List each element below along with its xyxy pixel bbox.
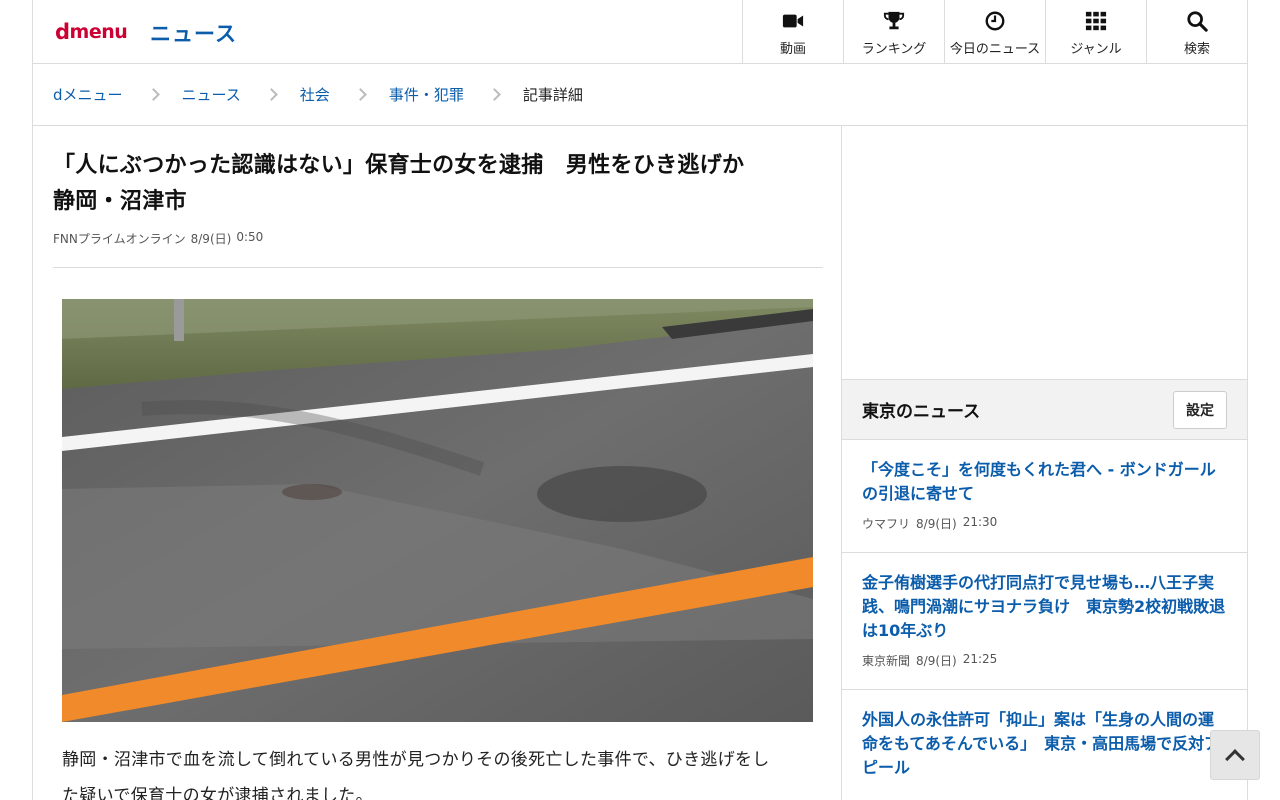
nav-search[interactable]: 検索	[1146, 0, 1247, 64]
section-name[interactable]: ニュース	[150, 18, 237, 48]
news-item-date: 8/9(日)	[916, 654, 957, 668]
chevron-up-icon	[1225, 748, 1245, 769]
chevron-right-icon	[487, 88, 501, 101]
chevron-right-icon	[146, 88, 160, 101]
nav-search-label: 検索	[1183, 42, 1210, 57]
news-item[interactable]: 金子侑樹選手の代打同点打で見せ場も…八王子実践、鳴門渦潮にサヨナラ負け 東京勢2…	[842, 553, 1247, 690]
news-item-source: 東京新聞	[862, 654, 911, 668]
local-news-title: 東京のニュース	[862, 402, 981, 422]
video-camera-icon	[782, 14, 804, 28]
settings-button[interactable]: 設定	[1173, 390, 1227, 429]
news-item-title[interactable]: 外国人の永住許可「抑止」案は「生身の人間の運命をもてあそんでいる」 東京・高田馬…	[862, 708, 1227, 780]
news-item-title[interactable]: 金子侑樹選手の代打同点打で見せ場も…八王子実践、鳴門渦潮にサヨナラ負け 東京勢2…	[862, 571, 1227, 643]
breadcrumb-crime[interactable]: 事件・犯罪	[389, 84, 464, 105]
search-icon	[1187, 11, 1208, 32]
breadcrumb-current: 記事詳細	[522, 86, 583, 104]
article-body-line2: た疑いで保育士の女が逮捕されました。	[62, 786, 373, 800]
local-news-header: 東京のニュース 設定	[842, 380, 1247, 440]
article-photo[interactable]	[62, 299, 813, 722]
road-scene-image	[62, 299, 813, 722]
breadcrumb-dmenu[interactable]: dメニュー	[53, 84, 123, 105]
article-body-line1: 静岡・沼津市で血を流して倒れている男性が見つかりその後死亡した事件で、ひき逃げを…	[62, 750, 770, 770]
article-title-line2: 静岡・沼津市	[53, 189, 187, 214]
news-item-source: ウマフリ	[862, 517, 911, 531]
article-title: 「人にぶつかった認識はない」保育士の女を逮捕 男性をひき逃げか 静岡・沼津市	[53, 148, 823, 220]
news-item[interactable]: 「今度こそ」を何度もくれた君へ - ボンドガールの引退に寄せて ウマフリ 8/9…	[842, 440, 1247, 553]
article-source: FNNプライムオンライン	[53, 232, 186, 246]
article-title-line1: 「人にぶつかった認識はない」保育士の女を逮捕 男性をひき逃げか	[53, 153, 745, 178]
trophy-icon	[883, 11, 905, 30]
page-container: d menu ニュース 動画 ランキング 今日のニュース ジャンル 検索 dメニ…	[32, 0, 1248, 800]
nav-video-label: 動画	[779, 42, 806, 57]
logo-d: d	[55, 20, 70, 44]
breadcrumb: dメニュー ニュース 社会 事件・犯罪 記事詳細	[33, 64, 1247, 126]
logo-menu: menu	[69, 21, 128, 43]
article-date: 8/9(日)	[190, 232, 232, 246]
nav-video[interactable]: 動画	[742, 0, 843, 64]
chevron-right-icon	[264, 88, 278, 101]
breadcrumb-news[interactable]: ニュース	[182, 84, 241, 105]
nav-ranking-label: ランキング	[861, 42, 927, 57]
nav-today-news[interactable]: 今日のニュース	[944, 0, 1045, 64]
news-item-date: 8/9(日)	[916, 517, 957, 531]
nav-genre[interactable]: ジャンル	[1045, 0, 1146, 64]
grid-icon	[1085, 11, 1107, 31]
article-time: 0:50	[236, 230, 264, 244]
article-meta: FNNプライムオンライン 8/9(日) 0:50	[53, 230, 823, 247]
back-to-top-button[interactable]	[1210, 730, 1260, 780]
news-item[interactable]: 外国人の永住許可「抑止」案は「生身の人間の運命をもてあそんでいる」 東京・高田馬…	[842, 690, 1247, 800]
article-body: 静岡・沼津市で血を流して倒れている男性が見つかりその後死亡した事件で、ひき逃げを…	[62, 742, 814, 800]
clock-icon	[985, 11, 1005, 31]
news-item-time: 21:25	[962, 652, 998, 666]
ad-area	[842, 126, 1247, 380]
nav-genre-label: ジャンル	[1070, 42, 1122, 57]
header-nav: 動画 ランキング 今日のニュース ジャンル 検索	[742, 0, 1247, 64]
site-header: d menu ニュース 動画 ランキング 今日のニュース ジャンル 検索	[33, 0, 1247, 64]
news-item-time: 21:30	[962, 515, 998, 529]
dmenu-logo[interactable]: d menu	[55, 18, 128, 46]
news-item-meta: 東京新聞 8/9(日) 21:25	[862, 652, 1227, 669]
news-item-meta: ウマフリ 8/9(日) 21:30	[862, 515, 1227, 532]
article-divider	[53, 267, 823, 268]
chevron-right-icon	[353, 88, 367, 101]
sidebar: 東京のニュース 設定 「今度こそ」を何度もくれた君へ - ボンドガールの引退に寄…	[841, 126, 1247, 800]
news-item-title[interactable]: 「今度こそ」を何度もくれた君へ - ボンドガールの引退に寄せて	[862, 458, 1227, 506]
nav-ranking[interactable]: ランキング	[843, 0, 944, 64]
nav-today-news-label: 今日のニュース	[949, 42, 1041, 57]
article: 「人にぶつかった認識はない」保育士の女を逮捕 男性をひき逃げか 静岡・沼津市 F…	[53, 126, 823, 800]
breadcrumb-society[interactable]: 社会	[300, 84, 330, 105]
